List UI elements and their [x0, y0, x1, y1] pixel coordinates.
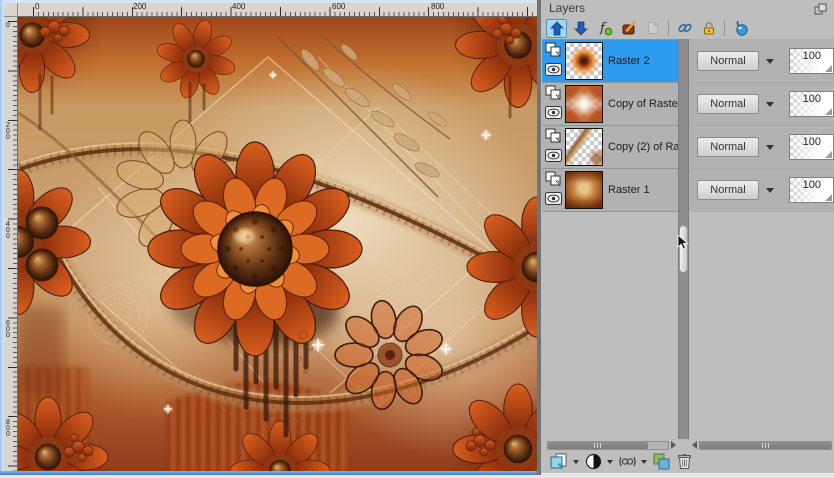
- layer-row-raster-2[interactable]: Raster 2: [542, 40, 678, 83]
- new-layer-group-icon[interactable]: [651, 452, 671, 471]
- visibility-eye-icon[interactable]: [545, 106, 565, 124]
- chevron-down-icon[interactable]: [762, 180, 777, 200]
- blend-opacity-pane: Normal 100 Normal 100 Normal 100 Normal …: [689, 39, 834, 212]
- layer-thumbnail[interactable]: [565, 128, 603, 166]
- psp-workspace: 0 200 400 600 800 0 200 400 600 800 Laye…: [0, 0, 834, 478]
- lock-transparency-icon[interactable]: [698, 19, 719, 38]
- layer-thumbnail[interactable]: [565, 42, 603, 80]
- chevron-down-icon[interactable]: [762, 137, 777, 157]
- new-mask-layer-icon[interactable]: [617, 452, 637, 471]
- ruler-label: 0: [6, 22, 10, 29]
- ruler-label: 400: [232, 3, 246, 11]
- edit-layer-icon[interactable]: [618, 19, 639, 38]
- horizontal-ruler: 0 200 400 600 800: [18, 3, 537, 17]
- visibility-eye-icon[interactable]: [545, 63, 565, 81]
- blend-row: Normal 100: [689, 169, 834, 212]
- chevron-down-icon[interactable]: [607, 459, 613, 464]
- vertical-ruler: 0 200 400 600 800: [4, 17, 18, 471]
- opacity-value: 100: [802, 50, 821, 62]
- ruler-label: 200: [6, 122, 10, 141]
- chevron-down-icon[interactable]: [641, 459, 647, 464]
- blend-ranges-icon[interactable]: [730, 19, 751, 38]
- blend-row: Normal 100: [689, 126, 834, 169]
- layer-name[interactable]: Copy (2) of Raste: [608, 141, 678, 153]
- new-adjustment-layer-icon[interactable]: [583, 452, 603, 471]
- blend-row: Normal 100: [689, 83, 834, 126]
- blend-mode-select[interactable]: Normal: [697, 180, 759, 200]
- chevron-down-icon[interactable]: [573, 459, 579, 464]
- ruler-label: 200: [133, 3, 147, 11]
- ruler-label: 800: [431, 3, 445, 11]
- opacity-value: 100: [802, 179, 821, 191]
- float-palette-icon[interactable]: [814, 2, 828, 15]
- chevron-down-icon[interactable]: [762, 51, 777, 71]
- visibility-eye-icon[interactable]: [545, 192, 565, 210]
- layer-thumbnail[interactable]: [565, 85, 603, 123]
- image-window: 0 200 400 600 800 0 200 400 600 800: [0, 0, 608, 478]
- toolbar-separator: [724, 20, 725, 36]
- ruler-label: 400: [6, 221, 10, 240]
- canvas-image[interactable]: [0, 0, 608, 478]
- move-up-icon[interactable]: [546, 18, 567, 38]
- raster-layer-icon: [545, 128, 565, 149]
- layers-palette: Layers f Raster 2 Copy of Raste Copy (2)…: [541, 0, 834, 478]
- scroll-left-arrow-icon[interactable]: [692, 441, 697, 449]
- ruler-label: 800: [6, 419, 10, 438]
- blend-mode-select[interactable]: Normal: [697, 137, 759, 157]
- scroll-right-arrow-icon[interactable]: [671, 441, 676, 449]
- blend-mode-select[interactable]: Normal: [697, 51, 759, 71]
- opacity-value: 100: [802, 136, 821, 148]
- opacity-control[interactable]: 100: [789, 177, 834, 203]
- raster-layer-icon: [545, 85, 565, 106]
- layer-name[interactable]: Copy of Raster 1: [608, 98, 678, 110]
- opacity-control[interactable]: 100: [789, 134, 834, 160]
- layer-row-raster-1[interactable]: Raster 1: [542, 169, 678, 212]
- layers-toolbar: f: [546, 17, 751, 39]
- layer-list: Raster 2 Copy of Raster 1 Copy (2) of Ra…: [542, 39, 678, 212]
- raster-layer-icon: [545, 42, 565, 63]
- opacity-control[interactable]: 100: [789, 48, 834, 74]
- raster-layer-icon: [545, 171, 565, 192]
- ruler-label: 600: [332, 3, 346, 11]
- ruler-label: 600: [6, 320, 10, 339]
- blend-mode-select[interactable]: Normal: [697, 94, 759, 114]
- new-raster-layer-icon[interactable]: [549, 452, 569, 471]
- page-disabled-icon: [642, 19, 663, 38]
- palette-title: Layers: [549, 1, 586, 15]
- layer-name[interactable]: Raster 1: [608, 184, 650, 196]
- delete-layer-icon[interactable]: [674, 452, 694, 471]
- toolbar-separator: [668, 20, 669, 36]
- opacity-value: 100: [802, 93, 821, 105]
- new-fx-layer-icon[interactable]: f: [594, 19, 615, 38]
- visibility-eye-icon[interactable]: [545, 149, 565, 167]
- ruler-corner: [4, 3, 18, 17]
- layer-thumbnail[interactable]: [565, 171, 603, 209]
- layer-name[interactable]: Raster 2: [608, 55, 650, 67]
- mouse-cursor: [677, 234, 689, 256]
- chevron-down-icon[interactable]: [762, 94, 777, 114]
- ruler-label: 0: [35, 3, 40, 11]
- layer-row-copy-of-raster-1[interactable]: Copy of Raster 1: [542, 83, 678, 126]
- layers-bottom-toolbar: [549, 451, 694, 472]
- right-pane-hscrollbar[interactable]: [692, 440, 832, 450]
- link-layers-icon[interactable]: [674, 19, 695, 38]
- layer-row-copy-2-of-raster-1[interactable]: Copy (2) of Raste: [542, 126, 678, 169]
- left-pane-hscrollbar[interactable]: [547, 440, 676, 450]
- blend-row: Normal 100: [689, 40, 834, 83]
- move-down-icon[interactable]: [570, 19, 591, 38]
- opacity-control[interactable]: 100: [789, 91, 834, 117]
